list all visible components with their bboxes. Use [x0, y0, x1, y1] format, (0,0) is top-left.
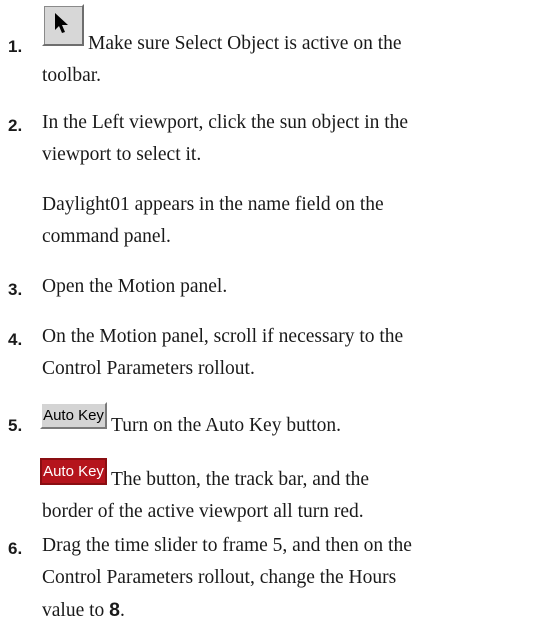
note-text-line: command panel. [42, 226, 171, 247]
step-number: 1. [8, 37, 23, 56]
step-text-line: On the Motion panel, scroll if necessary… [42, 326, 404, 347]
step-text-line: Open the Motion panel. [42, 276, 228, 297]
step-5: 5. Auto Key Turn on the Auto Key button. [0, 400, 539, 440]
note-text-line: border of the active viewport all turn r… [42, 501, 364, 522]
select-object-arrow-icon[interactable] [42, 4, 84, 46]
step-text-line: Control Parameters rollout, change the H… [42, 567, 397, 588]
step-text-line: In the Left viewport, click the sun obje… [42, 112, 409, 133]
step-6: 6. Drag the time slider to frame 5, and … [0, 530, 539, 627]
step-text-line: Control Parameters rollout. [42, 358, 255, 379]
note-text-line: The button, the track bar, and the [111, 469, 370, 490]
step-3: 3. Open the Motion panel. [0, 271, 539, 305]
hours-value: 8 [109, 599, 121, 621]
step-2-note: Daylight01 appears in the name field on … [0, 189, 539, 255]
instruction-document: 1. Make sure Select Object is active on … [0, 0, 539, 627]
step-number: 5. [8, 416, 23, 435]
step-text-line: Drag the time slider to frame 5, and the… [42, 535, 412, 556]
step-text-segment: value to [42, 600, 110, 621]
step-number: 3. [8, 280, 23, 299]
step-text-line: value to 8. [42, 594, 532, 627]
step-number: 2. [8, 116, 23, 135]
auto-key-button[interactable]: Auto Key [40, 402, 107, 429]
step-2: 2. In the Left viewport, click the sun o… [0, 107, 539, 173]
auto-key-button-active[interactable]: Auto Key [40, 458, 107, 485]
step-1: 1. Make sure Select Object is active on … [0, 0, 539, 90]
step-text-line: toolbar. [42, 65, 102, 86]
step-text-line: Turn on the Auto Key button. [111, 415, 342, 436]
note-text-line: Daylight01 appears in the name field on … [42, 194, 384, 215]
step-5-note: Auto Key The button, the track bar, and … [0, 450, 539, 530]
step-4: 4. On the Motion panel, scroll if necess… [0, 321, 539, 387]
step-text-segment: . [120, 600, 125, 621]
step-text-line: viewport to select it. [42, 144, 202, 165]
step-number: 6. [8, 539, 23, 558]
step-text-line: Make sure Select Object is active on the [88, 33, 402, 54]
step-number: 4. [8, 330, 23, 349]
